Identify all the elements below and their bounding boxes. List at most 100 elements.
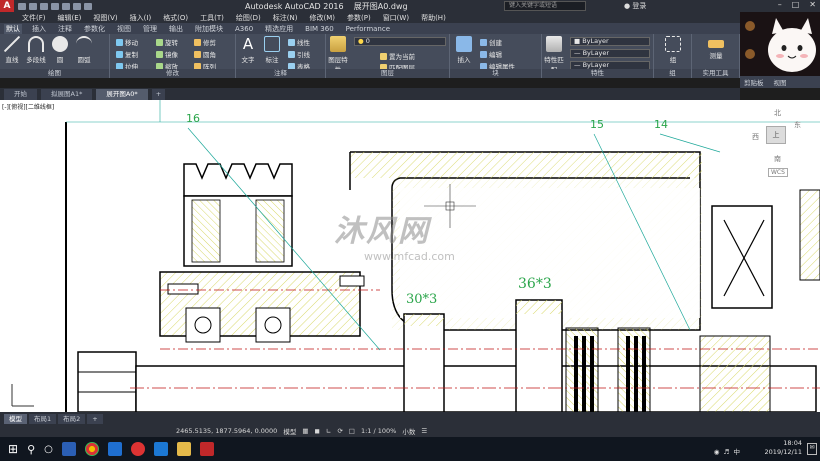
tab-default[interactable]: 默认 <box>4 23 22 34</box>
maximize-icon[interactable]: □ <box>792 0 800 9</box>
leader-button[interactable]: 引线 <box>288 49 310 59</box>
group-button[interactable]: 组 <box>661 36 685 64</box>
set-current-layer-button[interactable]: 置为当前 <box>380 51 415 61</box>
tab-annotate[interactable]: 注释 <box>56 24 74 34</box>
edit-block-button[interactable]: 编辑 <box>480 49 502 59</box>
drawing-viewport[interactable]: [-][俯视][二维线框] 16 15 14 30*3 36*3 沐风网 www… <box>0 100 820 412</box>
menu-tools[interactable]: 工具(T) <box>200 13 224 23</box>
viewcube-north[interactable]: 北 <box>774 108 781 118</box>
menu-parametric[interactable]: 参数(P) <box>347 13 371 23</box>
autocad-logo-icon[interactable]: A <box>0 0 14 12</box>
clipboard-panel-label[interactable]: 剪贴板 <box>744 77 764 87</box>
menu-file[interactable]: 文件(F) <box>22 13 46 23</box>
polyline-button[interactable]: 多段线 <box>24 36 48 64</box>
polar-icon[interactable]: ⟳ <box>337 427 342 435</box>
layers-panel-label[interactable]: 图层 <box>326 69 449 78</box>
save-as-icon[interactable] <box>51 2 59 10</box>
new-icon[interactable] <box>18 2 26 10</box>
tab-view[interactable]: 视图 <box>115 24 133 34</box>
viewcube-south[interactable]: 南 <box>774 154 781 164</box>
insert-block-button[interactable]: 插入 <box>452 36 476 64</box>
dimension-button[interactable]: 标注 <box>260 36 284 64</box>
menu-help[interactable]: 帮助(H) <box>421 13 446 23</box>
osnap-icon[interactable]: □ <box>349 427 355 435</box>
text-button[interactable]: A 文字 <box>236 36 260 64</box>
notification-icon[interactable]: ✉ <box>807 443 817 455</box>
color-dropdown[interactable]: ■ ByLayer <box>570 37 650 46</box>
annotation-panel-label[interactable]: 注释 <box>236 69 325 78</box>
menu-view[interactable]: 视图(V) <box>93 13 117 23</box>
copy-button[interactable]: 复制 <box>116 49 138 59</box>
menu-dimension[interactable]: 标注(N) <box>273 13 298 23</box>
login-button[interactable]: ● 登录 <box>624 1 646 11</box>
file-tab-start[interactable]: 开始 <box>4 89 37 100</box>
minimize-icon[interactable]: – <box>778 0 782 9</box>
viewcube-top-face[interactable]: 上 <box>766 126 786 144</box>
menu-format[interactable]: 格式(O) <box>163 13 188 23</box>
tab-a360[interactable]: A360 <box>233 25 255 33</box>
file-tab-a0[interactable]: 展开图A0* <box>96 89 148 100</box>
file-tab-a1[interactable]: 拟展图A1* <box>41 89 93 100</box>
tab-featured-apps[interactable]: 精选应用 <box>263 24 295 34</box>
groups-panel-label[interactable]: 组 <box>654 69 691 78</box>
tab-parametric[interactable]: 参数化 <box>82 24 107 34</box>
file-explorer-icon[interactable] <box>61 442 76 456</box>
rotate-button[interactable]: 旋转 <box>156 37 178 47</box>
block-panel-label[interactable]: 块 <box>450 69 541 78</box>
tab-bim360[interactable]: BIM 360 <box>303 25 336 33</box>
viewport-controls-label[interactable]: [-][俯视][二维线框] <box>2 102 54 111</box>
viewcube[interactable]: 北 西 东 上 南 WCS <box>750 108 806 178</box>
ortho-icon[interactable]: ∟ <box>326 427 331 435</box>
plot-icon[interactable] <box>62 2 70 10</box>
layout-tab-model[interactable]: 模型 <box>4 413 27 424</box>
model-space-toggle[interactable]: 模型 <box>283 426 296 436</box>
arc-button[interactable]: 圆弧 <box>72 36 96 64</box>
move-button[interactable]: 移动 <box>116 37 138 47</box>
layout-tab-2[interactable]: 布局2 <box>58 413 86 424</box>
coordinates-readout[interactable]: 2465.5135, 1877.5964, 0.0000 <box>176 427 277 435</box>
tab-addins[interactable]: 附加模块 <box>193 24 225 34</box>
redo-icon[interactable] <box>84 2 92 10</box>
menu-modify[interactable]: 修改(M) <box>309 13 335 23</box>
layout-tab-1[interactable]: 布局1 <box>29 413 57 424</box>
draw-panel-label[interactable]: 绘图 <box>0 69 109 78</box>
autocad-taskbar-icon[interactable] <box>199 442 214 456</box>
volume-icon[interactable]: ♬ <box>724 448 730 456</box>
menu-edit[interactable]: 编辑(E) <box>58 13 82 23</box>
fillet-button[interactable]: 圆角 <box>194 49 216 59</box>
chrome-icon[interactable] <box>84 442 99 456</box>
trim-button[interactable]: 修剪 <box>194 37 216 47</box>
view-panel-label[interactable]: 视图 <box>774 77 787 87</box>
properties-panel-label[interactable]: 特性 <box>542 69 653 78</box>
measure-button[interactable]: 测量 <box>704 36 728 60</box>
search-icon[interactable]: ⚲ <box>27 443 35 456</box>
open-icon[interactable] <box>29 2 37 10</box>
network-icon[interactable]: ◉ <box>714 448 720 456</box>
annotation-scale[interactable]: 1:1 / 100% <box>361 427 396 435</box>
add-layout-button[interactable]: + <box>87 413 103 424</box>
undo-icon[interactable] <box>73 2 81 10</box>
menu-window[interactable]: 窗口(W) <box>383 13 409 23</box>
mirror-button[interactable]: 镜像 <box>156 49 178 59</box>
new-tab-button[interactable]: + <box>151 89 166 100</box>
red-app-icon[interactable] <box>130 442 145 456</box>
tab-output[interactable]: 输出 <box>167 24 185 34</box>
clock[interactable]: 18:04 2019/12/11 <box>765 439 802 457</box>
search-input[interactable]: 键入关键字或短语 <box>504 1 586 11</box>
star-app-icon[interactable] <box>107 442 122 456</box>
create-block-button[interactable]: 创建 <box>480 37 502 47</box>
viewcube-west[interactable]: 西 <box>752 132 759 142</box>
snap-icon[interactable]: ◼ <box>314 427 319 435</box>
tab-performance[interactable]: Performance <box>344 25 392 33</box>
circle-button[interactable]: 圆 <box>48 36 72 64</box>
modify-panel-label[interactable]: 修改 <box>110 69 235 78</box>
folder-icon[interactable] <box>176 442 191 456</box>
layer-dropdown[interactable]: ● 0 <box>354 37 446 46</box>
task-view-icon[interactable]: ○ <box>44 444 53 455</box>
menu-draw[interactable]: 绘图(D) <box>236 13 261 23</box>
close-icon[interactable]: ✕ <box>809 0 816 9</box>
edge-icon[interactable] <box>153 442 168 456</box>
grid-icon[interactable]: ▦ <box>302 427 308 435</box>
units-value[interactable]: 小数 <box>402 426 415 436</box>
tab-manage[interactable]: 管理 <box>141 24 159 34</box>
